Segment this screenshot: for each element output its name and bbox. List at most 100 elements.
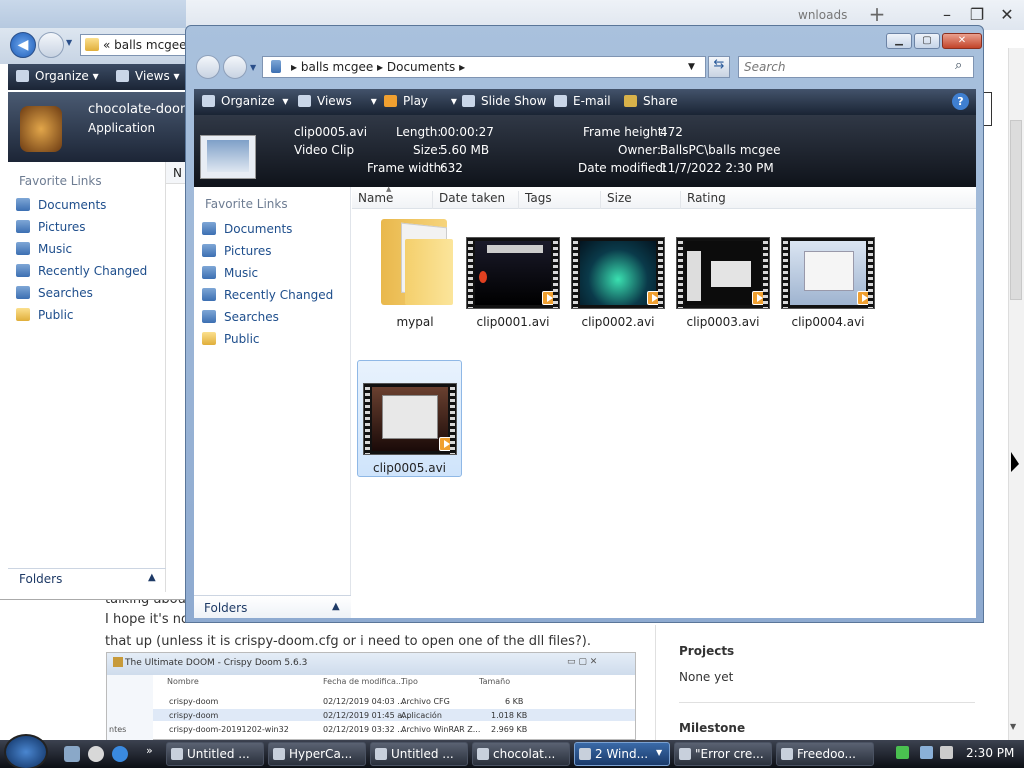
tray-volume-icon[interactable] xyxy=(940,746,953,759)
taskbar-button[interactable]: "Error cre... xyxy=(674,742,772,766)
explorer-window[interactable]: ▁ ▢ ✕ ▼ ▸ balls mcgee ▸ Documents ▸ ▼ ⇆ … xyxy=(185,25,984,623)
taskbar-button[interactable]: HyperCa... xyxy=(268,742,366,766)
documents-icon xyxy=(16,198,30,211)
back-link-public[interactable]: Public xyxy=(16,308,74,322)
link-label: Recently Changed xyxy=(224,288,334,302)
column-size[interactable]: Size xyxy=(600,191,680,209)
forward-arrow-icon[interactable] xyxy=(38,32,64,58)
start-button[interactable] xyxy=(4,734,48,768)
email-button[interactable]: E-mail xyxy=(554,94,611,108)
owner-value: BallsPC\balls mcgee xyxy=(660,143,781,157)
forward-button[interactable] xyxy=(223,55,247,79)
quick-launch-more-icon[interactable]: » xyxy=(146,744,153,757)
search-icon[interactable]: ⌕ xyxy=(955,58,962,73)
help-icon[interactable]: ? xyxy=(952,93,969,110)
play-badge-icon xyxy=(857,291,871,305)
chevron-up-icon[interactable]: ▲ xyxy=(332,601,340,612)
play-button[interactable]: Play ▾ xyxy=(384,94,457,108)
show-desktop-icon[interactable] xyxy=(64,746,80,762)
back-link-recently-changed[interactable]: Recently Changed xyxy=(16,264,147,278)
taskbar-button[interactable]: Untitled ... xyxy=(370,742,468,766)
switch-windows-icon[interactable] xyxy=(88,746,104,762)
back-button[interactable] xyxy=(196,55,220,79)
views-button[interactable]: Views ▾ xyxy=(298,94,377,108)
taskbar-button[interactable]: Freedoo... xyxy=(776,742,874,766)
embedded-row-type: Aplicación xyxy=(401,711,442,720)
maximize-button[interactable]: ▢ xyxy=(914,33,940,49)
organize-button[interactable]: Organize ▾ xyxy=(202,94,288,108)
scroll-down-icon[interactable]: ▼ xyxy=(1010,722,1016,731)
browser-restore-button[interactable]: ❐ xyxy=(964,5,990,25)
link-label: Documents xyxy=(38,198,107,212)
back-column-header[interactable]: N xyxy=(166,162,186,184)
search-input[interactable]: Search xyxy=(738,56,974,78)
back-link-music[interactable]: Music xyxy=(16,242,72,256)
column-label: Tags xyxy=(525,191,552,205)
tray-network-icon[interactable] xyxy=(920,746,933,759)
link-pictures[interactable]: Pictures xyxy=(202,244,272,258)
close-button[interactable]: ✕ xyxy=(942,33,982,49)
column-name[interactable]: Name xyxy=(352,191,432,209)
nav-dropdown-icon[interactable]: ▼ xyxy=(66,38,72,47)
link-label: Recently Changed xyxy=(38,264,148,278)
back-address-bar[interactable]: « balls mcgee xyxy=(80,34,186,56)
taskbar-button[interactable]: chocolat... xyxy=(472,742,570,766)
back-views-button[interactable]: Views ▾ xyxy=(116,69,180,83)
folder-icon xyxy=(85,38,99,51)
column-rating[interactable]: Rating xyxy=(680,191,760,209)
selected-file-thumbnail xyxy=(200,135,256,179)
play-badge-icon xyxy=(438,437,453,451)
link-label: Public xyxy=(38,308,74,322)
chevron-up-icon[interactable]: ▲ xyxy=(148,572,156,583)
tray-shield-icon[interactable] xyxy=(896,746,909,759)
internet-explorer-icon[interactable] xyxy=(112,746,128,762)
link-public[interactable]: Public xyxy=(202,332,260,346)
video-item-selected[interactable]: clip0005.avi xyxy=(357,360,462,477)
video-item[interactable]: clip0002.avi xyxy=(568,215,668,331)
folders-bar[interactable]: Folders ▲ xyxy=(194,595,351,618)
video-item[interactable]: clip0003.avi xyxy=(673,215,773,331)
taskbar-button[interactable]: Untitled ... xyxy=(166,742,264,766)
recent-pages-icon[interactable]: ▼ xyxy=(250,63,256,72)
back-explorer-window[interactable]: ◀ ▼ « balls mcgee Organize ▾ Views ▾ cho… xyxy=(0,0,193,600)
link-documents[interactable]: Documents xyxy=(202,222,292,236)
back-organize-button[interactable]: Organize ▾ xyxy=(16,69,99,83)
folder-item[interactable]: mypal xyxy=(365,215,465,331)
browser-scroll-thumb[interactable] xyxy=(1010,120,1022,300)
video-item[interactable]: clip0001.avi xyxy=(463,215,563,331)
address-text: balls mcgee xyxy=(114,38,186,52)
share-button[interactable]: Share xyxy=(624,94,678,108)
browser-minimize-button[interactable]: – xyxy=(934,5,960,25)
navigation-pane: Favorite Links Documents Pictures Music … xyxy=(194,187,351,618)
back-folders-toggle[interactable]: Folders xyxy=(19,572,62,586)
frame-width-value: 632 xyxy=(440,161,463,175)
new-tab-button[interactable]: + xyxy=(866,2,888,26)
link-searches[interactable]: Searches xyxy=(202,310,279,324)
breadcrumb-user[interactable]: balls mcgee xyxy=(301,60,373,74)
video-item[interactable]: clip0004.avi xyxy=(778,215,878,331)
back-link-searches[interactable]: Searches xyxy=(16,286,93,300)
embedded-col-type: Tipo xyxy=(401,677,418,686)
link-recently-changed[interactable]: Recently Changed xyxy=(202,288,333,302)
minimize-button[interactable]: ▁ xyxy=(886,33,912,49)
back-arrow-icon[interactable]: ◀ xyxy=(10,32,36,58)
views-label: Views xyxy=(135,69,170,83)
slideshow-button[interactable]: Slide Show xyxy=(462,94,546,108)
address-dropdown-icon[interactable]: ▼ xyxy=(688,62,695,72)
column-date-taken[interactable]: Date taken xyxy=(432,191,518,209)
frame-height-label: Frame height: xyxy=(583,125,667,139)
column-tags[interactable]: Tags xyxy=(518,191,600,209)
length-label: Length: xyxy=(396,125,442,139)
link-music[interactable]: Music xyxy=(202,266,258,280)
column-label: Rating xyxy=(687,191,726,205)
clock[interactable]: 2:30 PM xyxy=(966,746,1014,760)
link-label: Public xyxy=(224,332,260,346)
folders-label: Folders xyxy=(204,601,248,615)
browser-close-button[interactable]: ✕ xyxy=(994,5,1020,25)
back-link-pictures[interactable]: Pictures xyxy=(16,220,86,234)
breadcrumb-documents[interactable]: Documents xyxy=(387,60,455,74)
back-link-documents[interactable]: Documents xyxy=(16,198,106,212)
chevron-down-icon[interactable]: ▼ xyxy=(656,748,662,757)
refresh-icon[interactable]: ⇆ xyxy=(708,56,730,78)
address-bar[interactable]: ▸ balls mcgee ▸ Documents ▸ ▼ xyxy=(262,56,706,78)
